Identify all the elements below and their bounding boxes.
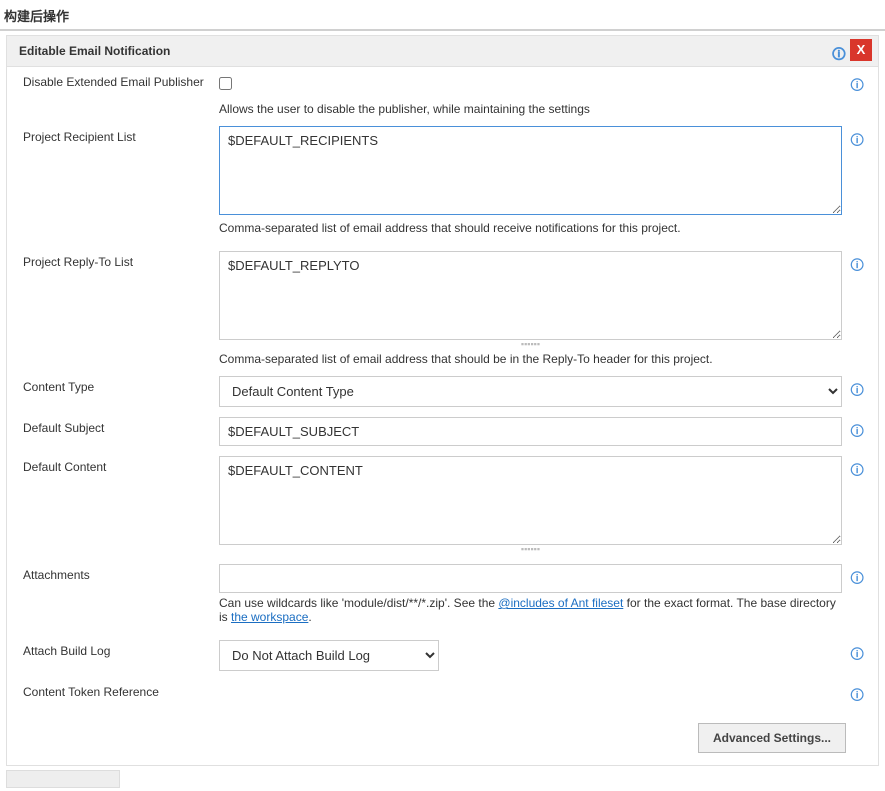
disable-publisher-desc: Allows the user to disable the publisher… [219,102,868,116]
replyto-list-textarea[interactable] [219,251,842,340]
content-token-ref-label: Content Token Reference [23,681,219,699]
help-icon[interactable]: 🛈 [850,685,864,709]
content-type-select[interactable]: Default Content Type [219,376,842,407]
help-icon[interactable]: 🛈 [832,44,846,68]
content-type-label: Content Type [23,376,219,394]
ant-fileset-link[interactable]: @includes of Ant fileset [498,596,623,610]
help-icon[interactable]: 🛈 [850,130,864,154]
attach-build-log-select[interactable]: Do Not Attach Build Log [219,640,439,671]
workspace-link[interactable]: the workspace [231,610,308,624]
default-subject-input[interactable] [219,417,842,446]
panel-title: Editable Email Notification [19,44,170,58]
email-notification-panel: Editable Email Notification 🛈 X Disable … [6,35,879,766]
help-icon[interactable]: 🛈 [850,644,864,668]
recipient-list-desc: Comma-separated list of email address th… [219,221,868,235]
replyto-list-label: Project Reply-To List [23,251,219,269]
recipient-list-textarea[interactable] [219,126,842,215]
attachments-input[interactable] [219,564,842,593]
help-icon[interactable]: 🛈 [850,568,864,592]
panel-header: Editable Email Notification 🛈 X [7,36,878,67]
default-content-label: Default Content [23,456,219,474]
attach-build-log-label: Attach Build Log [23,640,219,658]
help-icon[interactable]: 🛈 [850,380,864,404]
attachments-desc: Can use wildcards like 'module/dist/**/*… [219,596,868,624]
help-icon[interactable]: 🛈 [850,75,864,99]
attachments-label: Attachments [23,564,219,582]
section-header: 构建后操作 [0,0,885,31]
replyto-list-desc: Comma-separated list of email address th… [219,352,868,366]
help-icon[interactable]: 🛈 [850,460,864,484]
disable-publisher-label: Disable Extended Email Publisher [23,71,219,89]
default-content-textarea[interactable] [219,456,842,545]
close-button[interactable]: X [850,39,872,61]
advanced-settings-button[interactable]: Advanced Settings... [698,723,846,753]
help-icon[interactable]: 🛈 [850,421,864,445]
default-subject-label: Default Subject [23,417,219,435]
help-icon[interactable]: 🛈 [850,255,864,279]
recipient-list-label: Project Recipient List [23,126,219,144]
disable-publisher-checkbox[interactable] [219,77,232,90]
bottom-tab[interactable] [6,770,120,788]
